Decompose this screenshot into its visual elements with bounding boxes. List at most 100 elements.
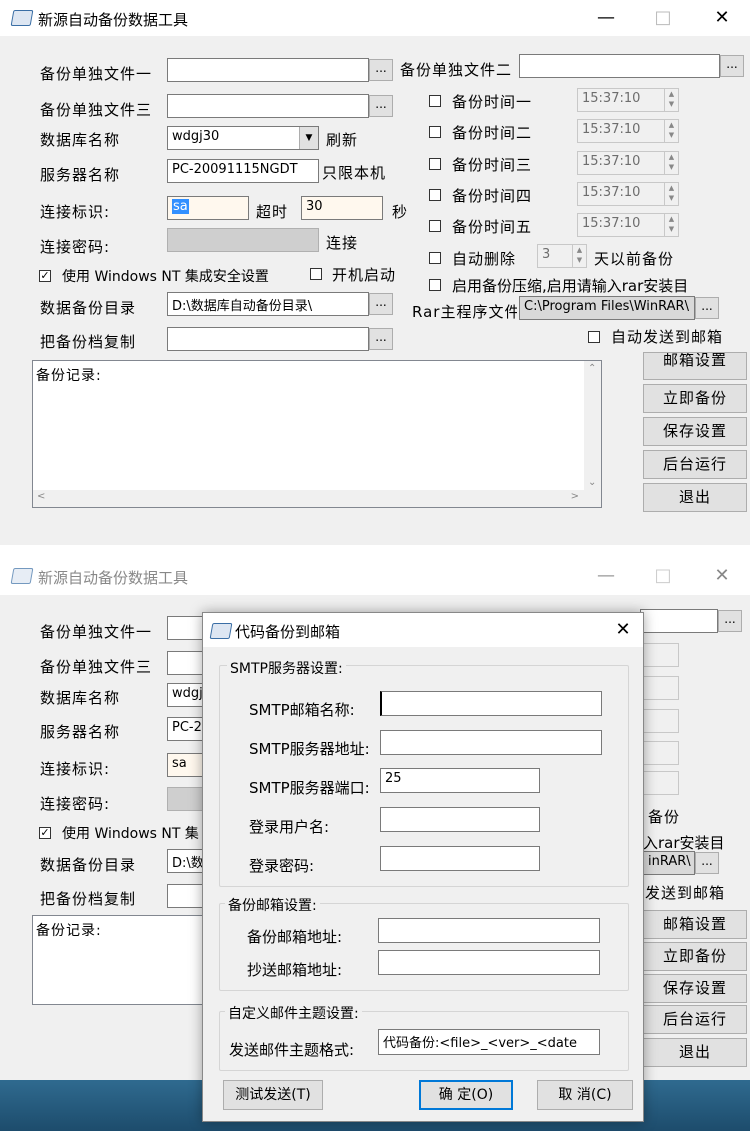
bg-background-run-button[interactable]: 后台运行 <box>643 1005 747 1034</box>
time4-spinner[interactable]: ▲ ▼ <box>664 183 678 205</box>
auto-delete-checkbox[interactable] <box>429 252 441 264</box>
time3-checkbox[interactable] <box>429 158 441 170</box>
save-settings-button[interactable]: 保存设置 <box>643 417 747 446</box>
bg-conn-pwd-input[interactable] <box>167 787 207 811</box>
file2-input[interactable] <box>519 54 720 78</box>
save-settings-label: 保存设置 <box>662 422 727 440</box>
bg-backup-log[interactable]: 备份记录: <box>32 915 207 1005</box>
bg-time5-input[interactable] <box>643 771 679 795</box>
mail-settings-button[interactable]: 邮箱设置 <box>643 352 747 380</box>
time2-checkbox[interactable] <box>429 126 441 138</box>
bg-use-nt-checkbox[interactable]: ✓ <box>39 827 51 839</box>
test-send-button[interactable]: 测试发送(T) <box>223 1080 323 1110</box>
compress-checkbox[interactable] <box>429 279 441 291</box>
bg-server-input[interactable]: PC-20 <box>167 717 207 741</box>
copy-input[interactable] <box>167 327 369 351</box>
bg-minimize-icon[interactable]: — <box>594 564 618 588</box>
bg-copy-input[interactable] <box>167 884 207 908</box>
time5-input[interactable]: 15:37:10 ▲ ▼ <box>577 213 679 237</box>
close-icon[interactable]: ✕ <box>710 6 734 30</box>
bg-time4-input[interactable] <box>643 741 679 765</box>
time3-spinner[interactable]: ▲ ▼ <box>664 152 678 174</box>
backup-addr-input[interactable] <box>378 918 600 943</box>
subject-input[interactable]: 代码备份:<file>_<ver>_<date <box>378 1029 600 1055</box>
time3-input[interactable]: 15:37:10 ▲ ▼ <box>577 151 679 175</box>
conn-id-input[interactable]: sa <box>167 196 249 220</box>
rar-input[interactable]: C:\Program Files\WinRAR\ <box>519 296 695 320</box>
copy-browse-button[interactable]: ... <box>369 328 393 350</box>
bg-rar-browse-button[interactable]: ... <box>695 852 719 874</box>
time2-input[interactable]: 15:37:10 ▲ ▼ <box>577 119 679 143</box>
time1-input[interactable]: 15:37:10 ▲ ▼ <box>577 88 679 112</box>
bg-time2-input[interactable] <box>643 676 679 700</box>
backup-now-button[interactable]: 立即备份 <box>643 384 747 413</box>
time2-spinner[interactable]: ▲ ▼ <box>664 120 678 142</box>
local-only-label[interactable]: 只限本机 <box>322 162 386 183</box>
backup-log[interactable]: 备份记录: ⌃ ⌄ < > <box>32 360 602 508</box>
bg-exit-button[interactable]: 退出 <box>643 1038 747 1067</box>
smtp-addr-input[interactable] <box>380 730 602 755</box>
background-run-button[interactable]: 后台运行 <box>643 450 747 479</box>
ok-button[interactable]: 确 定(O) <box>419 1080 513 1110</box>
connect-label[interactable]: 连接 <box>326 232 358 253</box>
minimize-icon[interactable]: — <box>594 6 618 30</box>
bg-compress-label: 入rar安装目 <box>643 834 725 852</box>
time1-spinner[interactable]: ▲ ▼ <box>664 89 678 111</box>
bg-db-name-select[interactable]: wdgj3 <box>167 683 207 707</box>
rar-browse-button[interactable]: ... <box>695 297 719 319</box>
file1-browse-button[interactable]: ... <box>369 59 393 81</box>
bg-file2-input[interactable] <box>640 609 718 633</box>
bg-save-settings-button[interactable]: 保存设置 <box>643 974 747 1003</box>
auto-delete-spinner[interactable]: ▲ ▼ <box>572 245 586 267</box>
bg-close-icon[interactable]: ✕ <box>710 564 734 588</box>
bg-conn-id-input[interactable]: sa <box>167 753 207 777</box>
bg-conn-pwd-label: 连接密码: <box>40 795 111 813</box>
window-title: 新源自动备份数据工具 <box>38 11 189 29</box>
file2-label: 备份单独文件二 <box>400 61 513 79</box>
maximize-icon[interactable]: □ <box>651 6 675 30</box>
file3-browse-button[interactable]: ... <box>369 95 393 117</box>
bg-file2-browse-button[interactable]: ... <box>718 610 742 632</box>
log-vertical-scrollbar[interactable]: ⌃ ⌄ <box>584 361 601 490</box>
file3-input[interactable] <box>167 94 369 118</box>
time4-input[interactable]: 15:37:10 ▲ ▼ <box>577 182 679 206</box>
file2-browse-button[interactable]: ... <box>720 55 744 77</box>
file1-input[interactable] <box>167 58 369 82</box>
login-user-input[interactable] <box>380 807 540 832</box>
autostart-checkbox[interactable] <box>310 268 322 280</box>
bg-backup-now-button[interactable]: 立即备份 <box>643 942 747 971</box>
bg-file3-label: 备份单独文件三 <box>40 658 153 676</box>
time1-checkbox[interactable] <box>429 95 441 107</box>
dialog-close-icon[interactable]: ✕ <box>611 618 635 642</box>
bg-mail-settings-button[interactable]: 邮箱设置 <box>643 910 747 939</box>
use-nt-checkbox[interactable]: ✓ <box>39 270 51 282</box>
log-horizontal-scrollbar[interactable]: < > <box>33 490 601 507</box>
bg-backup-dir-input[interactable]: D:\数 <box>167 849 207 873</box>
time5-spinner[interactable]: ▲ ▼ <box>664 214 678 236</box>
cc-addr-input[interactable] <box>378 950 600 975</box>
bg-file3-input[interactable] <box>167 651 207 675</box>
bg-rar-input[interactable]: inRAR\ <box>643 851 695 875</box>
smtp-name-input[interactable] <box>380 691 602 716</box>
refresh-label[interactable]: 刷新 <box>326 129 358 150</box>
bg-time3-input[interactable] <box>643 709 679 733</box>
time5-checkbox[interactable] <box>429 220 441 232</box>
time4-checkbox[interactable] <box>429 189 441 201</box>
send-mail-checkbox[interactable] <box>588 331 600 343</box>
bg-maximize-icon[interactable]: □ <box>651 564 675 588</box>
cancel-button[interactable]: 取 消(C) <box>537 1080 633 1110</box>
chevron-down-icon[interactable]: ▼ <box>299 127 318 149</box>
auto-delete-days-input[interactable]: 3 ▲ ▼ <box>537 244 587 268</box>
bg-file1-input[interactable] <box>167 616 207 640</box>
backup-dir-input[interactable]: D:\数据库自动备份目录\ <box>167 292 369 316</box>
time1-label: 备份时间一 <box>452 93 533 111</box>
exit-button[interactable]: 退出 <box>643 483 747 512</box>
login-pwd-input[interactable] <box>380 846 540 871</box>
backup-dir-browse-button[interactable]: ... <box>369 293 393 315</box>
smtp-port-input[interactable]: 25 <box>380 768 540 793</box>
timeout-input[interactable]: 30 <box>301 196 383 220</box>
server-input[interactable]: PC-20091115NGDT <box>167 159 319 183</box>
db-name-select[interactable]: wdgj30 ▼ <box>167 126 319 150</box>
bg-time1-input[interactable] <box>643 643 679 667</box>
conn-pwd-input[interactable] <box>167 228 319 252</box>
